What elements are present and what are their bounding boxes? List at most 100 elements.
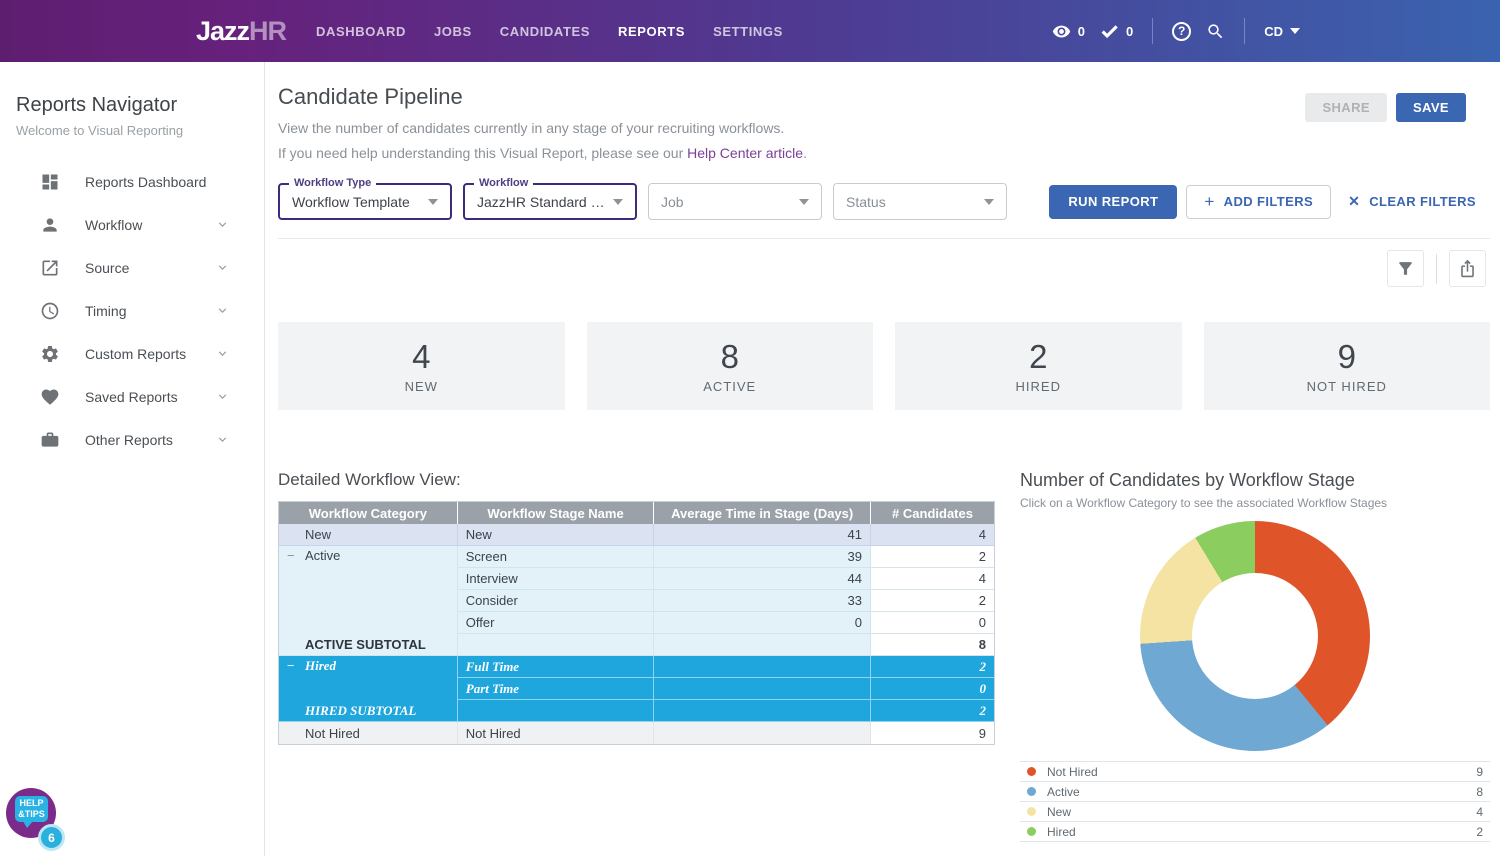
category-new[interactable]: New bbox=[279, 524, 458, 546]
help-icon[interactable]: ? bbox=[1172, 22, 1191, 41]
report-description: View the number of candidates currently … bbox=[278, 120, 807, 136]
legend-item-hired[interactable]: Hired2 bbox=[1020, 821, 1490, 841]
avg-days-cell: 41 bbox=[654, 524, 871, 546]
summary-card-hired[interactable]: 2 HIRED bbox=[895, 322, 1182, 410]
summary-card-active[interactable]: 8 ACTIVE bbox=[587, 322, 874, 410]
export-button[interactable] bbox=[1449, 250, 1486, 287]
workflow-value: JazzHR Standard Wo... bbox=[477, 194, 605, 210]
status-select[interactable]: Status bbox=[833, 183, 1007, 220]
help-center-link[interactable]: Help Center article bbox=[687, 145, 803, 161]
chevron-down-icon bbox=[428, 199, 438, 205]
sidebar-item-label: Timing bbox=[85, 303, 127, 319]
clear-filters-label: CLEAR FILTERS bbox=[1369, 194, 1476, 209]
search-icon[interactable] bbox=[1206, 22, 1225, 41]
category-active[interactable]: −Active bbox=[279, 546, 458, 634]
user-menu[interactable]: CD bbox=[1264, 24, 1300, 39]
collapse-icon[interactable]: − bbox=[287, 548, 305, 563]
user-initials: CD bbox=[1264, 24, 1283, 39]
chevron-down-icon bbox=[215, 303, 230, 318]
chevron-down-icon bbox=[215, 389, 230, 404]
sidebar-item-source[interactable]: Source bbox=[0, 246, 264, 289]
sidebar-item-timing[interactable]: Timing bbox=[0, 289, 264, 332]
job-select[interactable]: Job bbox=[648, 183, 822, 220]
nav-item-dashboard[interactable]: DASHBOARD bbox=[316, 24, 406, 39]
share-button[interactable]: SHARE bbox=[1305, 93, 1387, 122]
sidebar-item-saved-reports[interactable]: Saved Reports bbox=[0, 375, 264, 418]
card-value: 9 bbox=[1338, 338, 1356, 376]
tasks-count: 0 bbox=[1126, 24, 1133, 39]
header-buttons: SHARE SAVE bbox=[1305, 93, 1466, 161]
sidebar-item-custom-reports[interactable]: Custom Reports bbox=[0, 332, 264, 375]
column-header: Workflow Stage Name bbox=[458, 502, 655, 524]
report-header: Candidate Pipeline View the number of ca… bbox=[278, 62, 1490, 161]
card-label: ACTIVE bbox=[703, 379, 756, 394]
hired-subtotal-label: HIRED SUBTOTAL bbox=[279, 700, 458, 722]
close-icon: ✕ bbox=[1348, 193, 1360, 210]
card-label: HIRED bbox=[1016, 379, 1061, 394]
stage-cell bbox=[458, 700, 655, 722]
save-button[interactable]: SAVE bbox=[1396, 93, 1466, 122]
clear-filters-button[interactable]: ✕ CLEAR FILTERS bbox=[1340, 185, 1484, 219]
workflow-select[interactable]: Workflow JazzHR Standard Wo... bbox=[463, 183, 637, 220]
legend-dot bbox=[1027, 787, 1036, 796]
stage-cell bbox=[458, 634, 655, 656]
legend-item-new[interactable]: New4 bbox=[1020, 801, 1490, 821]
dashboard-icon bbox=[40, 172, 60, 192]
summary-card-not-hired[interactable]: 9 NOT HIRED bbox=[1204, 322, 1491, 410]
legend-item-active[interactable]: Active8 bbox=[1020, 781, 1490, 801]
candidates-cell: 0 bbox=[871, 678, 994, 700]
card-value: 8 bbox=[721, 338, 739, 376]
table-row-screen: −Active Screen 39 2 bbox=[279, 546, 994, 568]
add-filters-button[interactable]: + ADD FILTERS bbox=[1186, 185, 1331, 219]
export-icon bbox=[1458, 259, 1477, 278]
run-report-button[interactable]: RUN REPORT bbox=[1049, 185, 1177, 219]
legend-label: Hired bbox=[1047, 825, 1076, 839]
workflow-label: Workflow bbox=[474, 177, 533, 189]
help-text-prefix: If you need help understanding this Visu… bbox=[278, 145, 687, 161]
chevron-down-icon bbox=[1290, 28, 1300, 34]
main-content: Candidate Pipeline View the number of ca… bbox=[265, 62, 1500, 856]
clock-icon bbox=[40, 301, 60, 321]
table-row-full-time: −Hired Full Time 2 bbox=[279, 656, 994, 678]
legend-item-not-hired[interactable]: Not Hired9 bbox=[1020, 761, 1490, 781]
nav-item-reports[interactable]: REPORTS bbox=[618, 24, 685, 39]
jazzhr-logo[interactable]: JazzHR bbox=[196, 16, 286, 47]
sidebar-item-workflow[interactable]: Workflow bbox=[0, 203, 264, 246]
sidebar-item-reports-dashboard[interactable]: Reports Dashboard bbox=[0, 160, 264, 203]
detailed-workflow-section: Detailed Workflow View: Workflow Categor… bbox=[278, 470, 995, 842]
nav-item-candidates[interactable]: CANDIDATES bbox=[500, 24, 590, 39]
summary-card-new[interactable]: 4 NEW bbox=[278, 322, 565, 410]
sidebar-item-label: Workflow bbox=[85, 217, 142, 233]
help-bubble-line1: HELP bbox=[19, 798, 43, 808]
sidebar-item-label: Custom Reports bbox=[85, 346, 186, 362]
tasks-counter[interactable]: 0 bbox=[1100, 22, 1133, 41]
column-header: # Candidates bbox=[871, 502, 994, 524]
funnel-icon bbox=[1396, 259, 1415, 278]
avg-days-cell bbox=[654, 678, 871, 700]
candidates-cell: 9 bbox=[871, 722, 994, 744]
legend-label: Not Hired bbox=[1047, 765, 1098, 779]
nav-item-jobs[interactable]: JOBS bbox=[434, 24, 472, 39]
checkmark-icon bbox=[1100, 22, 1119, 41]
avg-days-cell bbox=[654, 656, 871, 678]
category-not-hired[interactable]: Not Hired bbox=[279, 722, 458, 744]
collapse-icon[interactable]: − bbox=[287, 658, 305, 674]
logo-hr: HR bbox=[249, 16, 286, 47]
chevron-down-icon bbox=[984, 199, 994, 205]
legend-dot bbox=[1027, 807, 1036, 816]
chevron-down-icon bbox=[613, 199, 623, 205]
workflow-type-select[interactable]: Workflow Type Workflow Template bbox=[278, 183, 452, 220]
legend-dot bbox=[1027, 767, 1036, 776]
filter-funnel-button[interactable] bbox=[1387, 250, 1424, 287]
donut-chart-wrap bbox=[1140, 521, 1370, 751]
watching-counter[interactable]: 0 bbox=[1052, 22, 1085, 41]
nav-item-settings[interactable]: SETTINGS bbox=[713, 24, 783, 39]
help-tips-widget[interactable]: HELP &TIPS 6 bbox=[6, 788, 66, 850]
add-filters-label: ADD FILTERS bbox=[1224, 194, 1313, 209]
avg-days-cell: 33 bbox=[654, 590, 871, 612]
sidebar-item-other-reports[interactable]: Other Reports bbox=[0, 418, 264, 461]
plus-icon: + bbox=[1204, 192, 1214, 212]
category-hired[interactable]: −Hired bbox=[279, 656, 458, 700]
sidebar-item-label: Saved Reports bbox=[85, 389, 178, 405]
nav-divider bbox=[1152, 18, 1153, 44]
